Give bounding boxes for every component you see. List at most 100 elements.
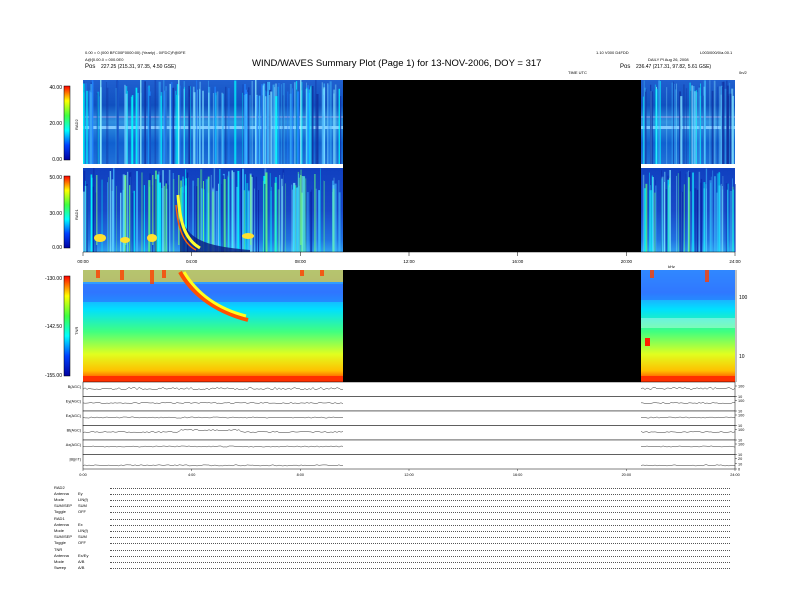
tnr-burst [120, 270, 124, 280]
spectrogram-stripe [97, 91, 100, 164]
bottom-time-axis: 0:00 4:00 8:00 12:00 16:00 20:00 24:00 [79, 469, 740, 477]
spectrogram-stripe [716, 192, 718, 252]
info-dotline [110, 537, 730, 538]
tnr-info-header: TNR [54, 547, 63, 552]
bottom-time-tick-label: 12:00 [404, 473, 414, 477]
spectrogram-stripe [282, 83, 285, 164]
spectrogram-stripe [686, 171, 688, 252]
rad1-label: RAD1 [74, 209, 79, 220]
spectrogram-stripe [158, 81, 161, 164]
spectrogram-stripe [318, 190, 320, 252]
info-dotline [110, 531, 730, 532]
spectrogram-stripe [133, 190, 135, 252]
spectrogram-stripe [141, 172, 143, 252]
spectrogram-stripe [261, 84, 263, 164]
spectrogram-stripe [713, 80, 716, 164]
rad1-toggle-label: Toggle [54, 540, 66, 545]
rad1-mode-label: Mode [54, 528, 65, 533]
spectrogram-stripe [644, 188, 646, 252]
rad2-mode-value: LIN(f) [78, 497, 88, 502]
spectrogram-stripe [698, 171, 701, 252]
spectrogram-stripe [214, 92, 217, 164]
spectrogram-stripe [240, 168, 242, 252]
spectrogram-stripe [136, 171, 138, 252]
spectrogram-stripe [170, 81, 173, 164]
line-panel-frame [82, 439, 736, 455]
spectrogram-stripe [227, 88, 230, 164]
spectrogram-stripe [210, 174, 212, 252]
spectrogram-stripe [320, 168, 321, 252]
spectrogram-stripe [254, 188, 255, 252]
rad2-sumsep-value: SUM [78, 503, 87, 508]
spectrogram-stripe [270, 190, 272, 252]
spectrogram-stripe [683, 184, 685, 252]
rad1-tick-top: 50.00 [49, 175, 62, 181]
bright-column [300, 80, 302, 164]
info-dotline [110, 512, 730, 513]
info-dotline [110, 506, 730, 507]
rad1-sumsep-value: SUM [78, 534, 87, 539]
rad1-colorbar [63, 175, 71, 249]
spectrogram-stripe [307, 192, 309, 252]
spectrogram-stripe [292, 88, 293, 164]
spectrogram-stripe [135, 87, 138, 164]
spectrogram-stripe [86, 90, 89, 164]
rad1-info-header: RAD1 [54, 516, 65, 521]
spectrogram-stripe [91, 80, 94, 164]
spectrogram-stripe [301, 90, 303, 164]
spectrogram-stripe [661, 170, 662, 252]
spectrogram-stripe [692, 172, 694, 252]
tnr-sweep-label: Sweep [54, 565, 67, 570]
spectrogram-stripe [679, 171, 681, 252]
spectrogram-stripe [714, 176, 716, 252]
spectrogram-stripe [727, 183, 729, 252]
spectrogram-stripe [275, 96, 278, 164]
summary-plot: 40.00 20.00 0.00 50.00 30.00 0.00 -130.0… [45, 80, 748, 477]
tnr-burst [320, 270, 324, 276]
spectrogram-stripe [166, 188, 168, 252]
rad1-toggle-value: OFF [78, 540, 86, 545]
spectrogram-stripe [227, 175, 229, 252]
spectrogram-stripe [115, 88, 117, 164]
tnr-burst [650, 270, 654, 278]
rad2-tick-mid: 20.00 [49, 121, 62, 127]
spectrogram-stripe [234, 80, 237, 164]
spectrogram-stripe [162, 170, 164, 252]
bottom-time-tick-label: 16:00 [513, 473, 523, 477]
spectrogram-stripe [316, 94, 319, 164]
time-tick-label: 16:00 [512, 259, 524, 264]
spectrogram-stripe [709, 80, 711, 164]
rad1-mode-value: LIN(f) [78, 528, 88, 533]
spectrogram-stripe [225, 86, 227, 164]
spectrogram-stripe [270, 91, 273, 164]
data-gap-upper [343, 80, 641, 252]
bottom-time-tick-label: 20:00 [622, 473, 632, 477]
rad1-sumsep-label: SUM/SEP [54, 534, 73, 539]
line-panel-frame [82, 381, 736, 397]
spectrogram-stripe [108, 177, 109, 252]
bright-column [178, 80, 180, 164]
tnr-burst [300, 270, 304, 276]
rad2-label: RAD2 [74, 119, 79, 130]
spectrogram-stripe [661, 176, 664, 252]
spectrogram-stripe [208, 92, 210, 164]
tnr-mode-label: Mode [54, 559, 65, 564]
tnr-tick-top: -130.00 [45, 276, 62, 282]
spectrogram-stripe [722, 86, 723, 164]
spectrogram-stripe [279, 175, 281, 252]
spectrogram-stripe [732, 189, 734, 252]
rad2-info-header: RAD2 [54, 485, 65, 490]
spectrogram-stripe [116, 80, 118, 164]
bright-column [140, 80, 142, 164]
spectrogram-stripe [218, 183, 219, 252]
spectrogram-stripe [651, 91, 653, 164]
rad1-tick-mid: 30.00 [49, 211, 62, 217]
spectrogram-stripe [242, 168, 244, 252]
spectrogram-stripe [251, 80, 253, 164]
spectrogram-stripe [212, 191, 214, 252]
spectrogram-stripe [109, 171, 112, 252]
spectrogram-stripe [731, 88, 734, 164]
info-dotline [110, 562, 730, 563]
spectrogram-stripe [296, 89, 297, 164]
spectrogram-stripe [645, 91, 647, 164]
